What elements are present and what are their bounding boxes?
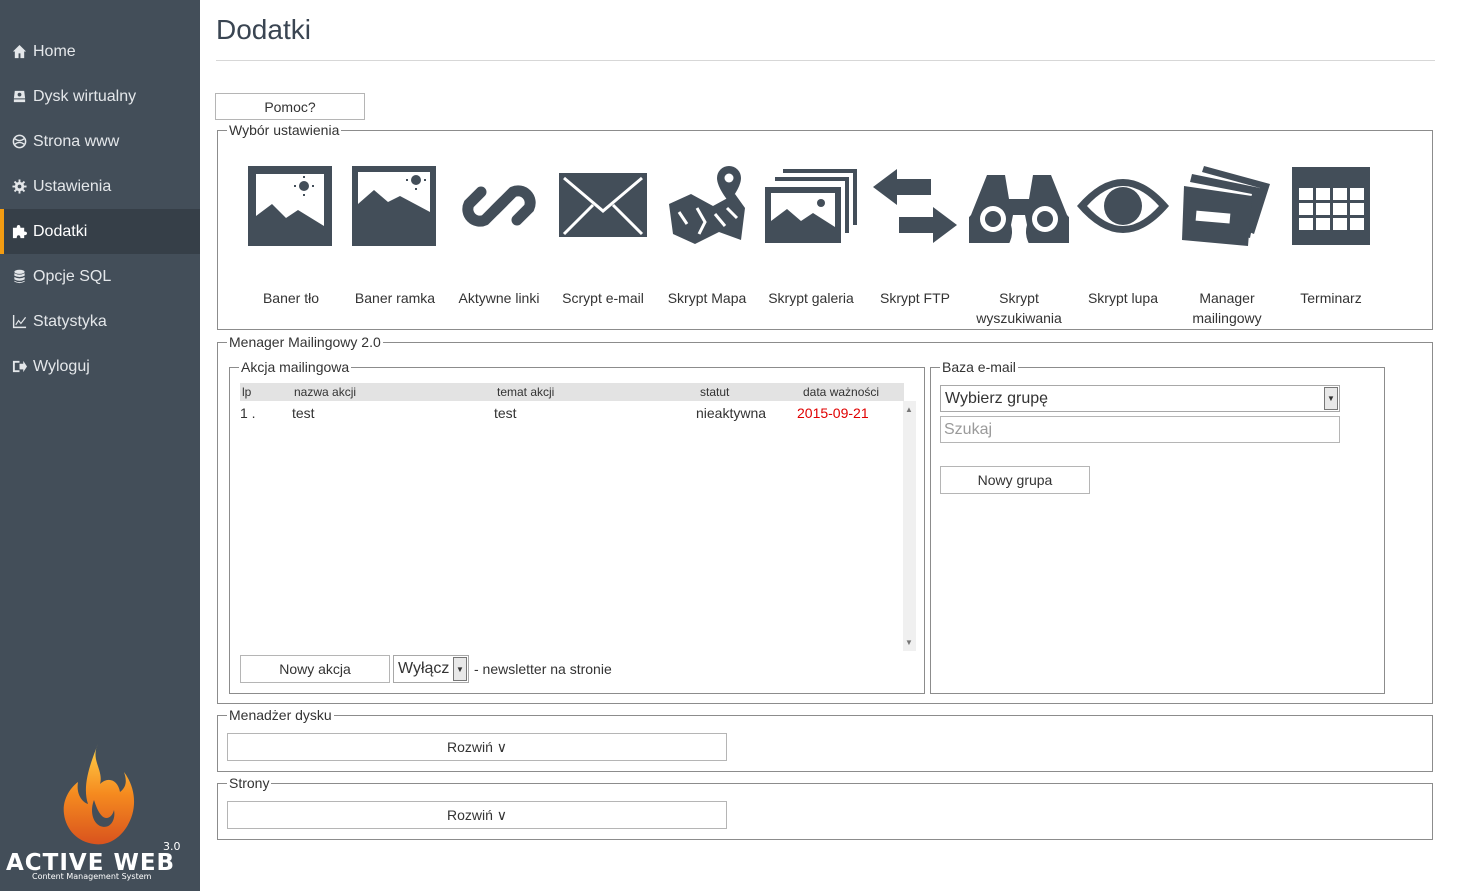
sidebar-item-label: Statystyka	[33, 312, 107, 330]
newsletter-toggle-label: - newsletter na stronie	[474, 661, 612, 677]
scroll-down-icon[interactable]: ▼	[905, 638, 913, 647]
flame-icon	[63, 744, 135, 845]
image-icon	[239, 161, 343, 251]
mailing-action-legend: Akcja mailingowa	[239, 358, 352, 376]
plugin-label: Scrypt e-mail	[562, 290, 644, 306]
sidebar-item-label: Home	[33, 42, 76, 60]
calendar-icon	[1279, 161, 1383, 251]
eye-icon	[1071, 161, 1175, 251]
sidebar-item-label: Ustawienia	[33, 177, 112, 195]
column-header-subject[interactable]: temat akcji	[497, 385, 554, 399]
sidebar-item-statystyka[interactable]: Statystyka	[0, 299, 200, 344]
plugin-label: Skrypt galeria	[768, 290, 854, 306]
title-divider	[216, 60, 1435, 61]
new-group-button[interactable]: Nowy grupa	[940, 466, 1090, 494]
sidebar-item-opcje-sql[interactable]: Opcje SQL	[0, 254, 200, 299]
column-header-status[interactable]: statut	[700, 385, 729, 399]
newsletter-toggle-select[interactable]: Wyłącz ▼	[393, 655, 469, 683]
sidebar-item-label: Dodatki	[33, 222, 88, 240]
plugin-label: Skrypt wyszukiwania	[976, 290, 1062, 326]
group-select-value: Wybierz grupę	[945, 389, 1049, 407]
plugin-label: Baner ramka	[354, 290, 436, 306]
disk-icon	[11, 89, 27, 105]
cell-lp: 1 .	[240, 405, 256, 421]
table-row[interactable]: 1 . test test nieaktywna 2015-09-21	[240, 405, 904, 425]
globe-icon	[11, 134, 27, 150]
sidebar-item-label: Strona www	[33, 132, 120, 150]
mailing-legend: Menager Mailingowy 2.0	[227, 333, 383, 351]
email-base-fieldset: Baza e-mail Wybierz grupę ▼ Nowy grupa	[930, 358, 1385, 694]
sidebar-item-home[interactable]: Home	[0, 29, 200, 74]
sidebar: Home Dysk wirtualny Strona www Ustawieni…	[0, 0, 200, 891]
page-title: Dodatki	[216, 14, 311, 45]
plugin-label: Baner tło	[262, 290, 320, 306]
sidebar-nav: Home Dysk wirtualny Strona www Ustawieni…	[0, 29, 200, 389]
image-frame-icon	[343, 161, 447, 251]
cell-name: test	[292, 405, 315, 421]
gear-icon	[11, 179, 27, 195]
chart-icon	[11, 314, 27, 330]
plugin-label: Skrypt FTP	[879, 290, 950, 306]
sidebar-item-dysk-wirtualny[interactable]: Dysk wirtualny	[0, 74, 200, 119]
logo-subtitle: Content Management System	[32, 872, 152, 881]
cell-subject: test	[494, 405, 517, 421]
chevron-down-icon: ▼	[1324, 387, 1338, 410]
help-button[interactable]: Pomoc?	[215, 93, 365, 120]
group-select[interactable]: Wybierz grupę ▼	[940, 385, 1340, 412]
pages-fieldset: Strony Rozwiń ∨	[217, 774, 1433, 840]
sidebar-item-label: Wyloguj	[33, 357, 90, 375]
mailing-fieldset: Menager Mailingowy 2.0 Akcja mailingowa …	[217, 333, 1433, 704]
binoculars-icon	[967, 161, 1071, 251]
puzzle-icon	[11, 224, 27, 240]
sidebar-item-wyloguj[interactable]: Wyloguj	[0, 344, 200, 389]
scroll-up-icon[interactable]: ▲	[905, 405, 913, 414]
pages-expand-button[interactable]: Rozwiń ∨	[227, 801, 727, 829]
table-scrollbar[interactable]: ▲ ▼	[903, 401, 916, 651]
disk-manager-legend: Menadżer dysku	[227, 706, 334, 724]
pages-legend: Strony	[227, 774, 272, 792]
transfer-arrows-icon	[863, 161, 967, 251]
database-icon	[11, 269, 27, 285]
mailing-envelopes-icon	[1175, 161, 1279, 251]
home-icon	[11, 44, 27, 60]
plugin-label: Skrypt lupa	[1087, 290, 1159, 306]
email-base-legend: Baza e-mail	[940, 358, 1018, 376]
cell-date: 2015-09-21	[797, 405, 869, 421]
mailing-action-fieldset: Akcja mailingowa lp nazwa akcji temat ak…	[229, 358, 925, 694]
plugin-label: Skrypt Mapa	[667, 290, 747, 306]
sidebar-item-strona-www[interactable]: Strona www	[0, 119, 200, 164]
plugin-label: Terminarz	[1300, 290, 1362, 306]
disk-manager-expand-button[interactable]: Rozwiń ∨	[227, 733, 727, 761]
disk-manager-fieldset: Menadżer dysku Rozwiń ∨	[217, 706, 1433, 772]
logout-icon	[11, 359, 27, 375]
link-icon	[447, 161, 551, 251]
settings-fieldset: Wybór ustawienia Baner tło Baner ramka A…	[217, 121, 1433, 330]
sidebar-item-dodatki[interactable]: Dodatki	[0, 209, 200, 254]
table-header: lp nazwa akcji temat akcji statut data w…	[240, 383, 904, 401]
sidebar-item-ustawienia[interactable]: Ustawienia	[0, 164, 200, 209]
gallery-icon	[759, 161, 863, 251]
map-icon	[655, 161, 759, 251]
column-header-lp[interactable]: lp	[242, 385, 251, 399]
new-action-button[interactable]: Nowy akcja	[240, 655, 390, 683]
cell-status: nieaktywna	[696, 405, 767, 421]
sidebar-item-label: Dysk wirtualny	[33, 87, 137, 105]
envelope-icon	[551, 161, 655, 251]
chevron-down-icon: ▼	[453, 657, 467, 681]
column-header-date[interactable]: data ważności	[803, 385, 879, 399]
search-input[interactable]	[940, 416, 1340, 443]
plugin-grid: Baner tło Baner ramka Aktywne linki Scry…	[218, 131, 1432, 329]
sidebar-item-label: Opcje SQL	[33, 267, 112, 285]
newsletter-toggle-value: Wyłącz	[398, 660, 450, 677]
active-web-logo: 3.0 ACTIVE WEB Content Management System	[0, 740, 200, 890]
plugin-label: Aktywne linki	[458, 290, 540, 306]
column-header-name[interactable]: nazwa akcji	[294, 385, 356, 399]
plugin-label: Manager mailingowy	[1192, 290, 1262, 326]
